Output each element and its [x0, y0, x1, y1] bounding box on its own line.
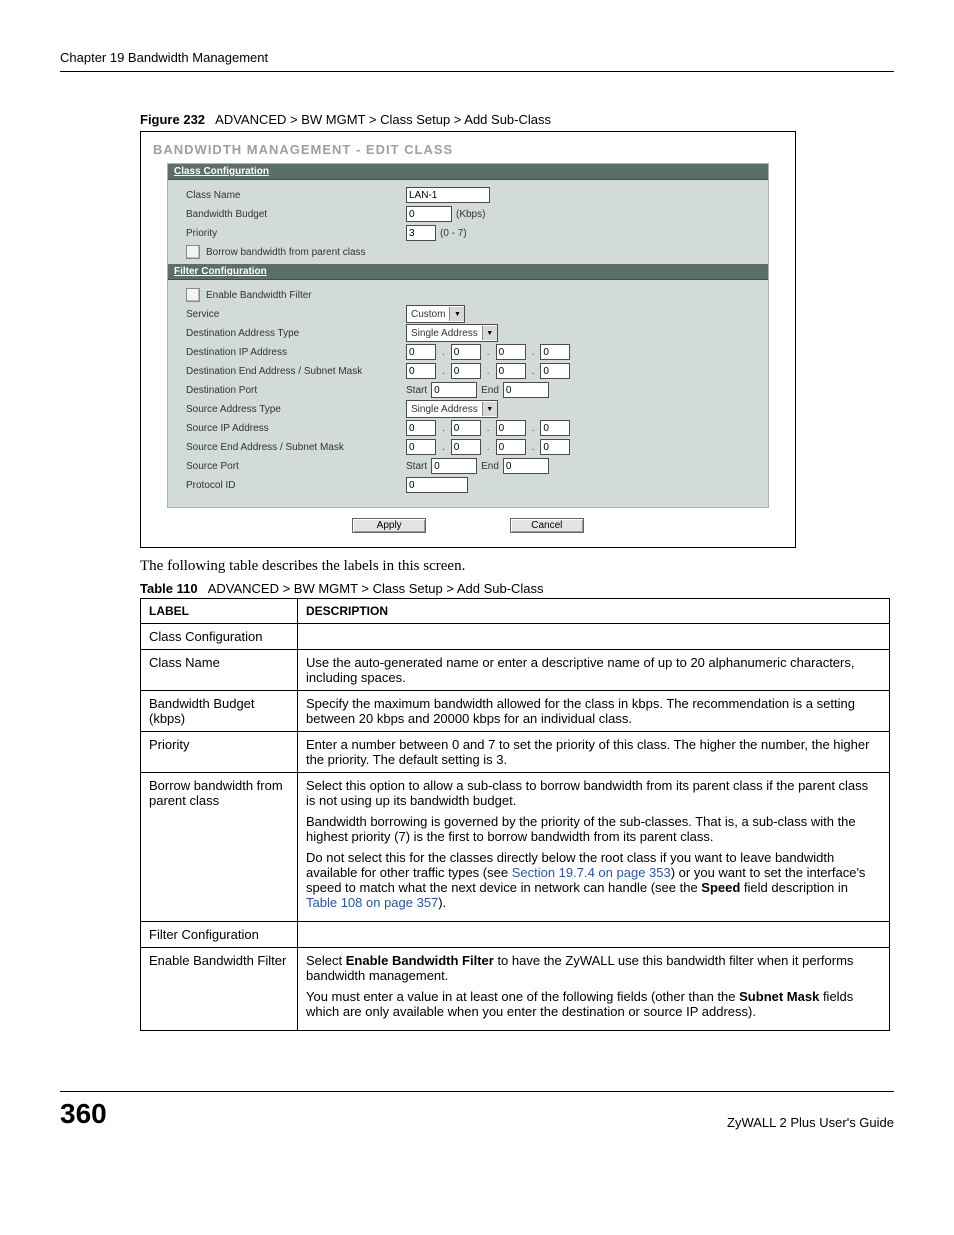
service-label: Service — [186, 309, 406, 320]
borrow-label: Borrow bandwidth from parent class — [206, 247, 366, 258]
dest-end-input[interactable] — [496, 363, 526, 379]
src-ip-input[interactable] — [496, 420, 526, 436]
src-end-input[interactable] — [406, 439, 436, 455]
src-port-start-input[interactable] — [431, 458, 477, 474]
port-end-label: End — [481, 385, 499, 396]
port-end-label: End — [481, 461, 499, 472]
priority-range: (0 - 7) — [440, 228, 467, 239]
chevron-down-icon: ▼ — [482, 326, 497, 340]
src-ip-input[interactable] — [406, 420, 436, 436]
table-row: Class Name Use the auto-generated name o… — [141, 650, 890, 691]
screenshot-panel: BANDWIDTH MANAGEMENT - EDIT CLASS Class … — [140, 131, 796, 548]
bw-budget-label: Bandwidth Budget — [186, 209, 406, 220]
table-row: Filter Configuration — [141, 922, 890, 948]
dest-port-label: Destination Port — [186, 385, 406, 396]
chevron-down-icon: ▼ — [449, 307, 464, 321]
src-ip-input[interactable] — [540, 420, 570, 436]
figure-label: Figure 232 — [140, 112, 205, 127]
dest-end-input[interactable] — [451, 363, 481, 379]
dest-end-label: Destination End Address / Subnet Mask — [186, 366, 406, 377]
table-label: Table 110 — [140, 581, 198, 596]
class-name-input[interactable] — [406, 187, 490, 203]
dest-end-input[interactable] — [406, 363, 436, 379]
figure-caption: Figure 232 ADVANCED > BW MGMT > Class Se… — [140, 112, 874, 127]
priority-label: Priority — [186, 228, 406, 239]
table-head-label: LABEL — [141, 599, 298, 624]
dest-addr-type-select[interactable]: Single Address ▼ — [406, 324, 498, 342]
protocol-id-label: Protocol ID — [186, 480, 406, 491]
dest-ip-input[interactable] — [496, 344, 526, 360]
src-end-input[interactable] — [496, 439, 526, 455]
class-name-label: Class Name — [186, 190, 406, 201]
enable-filter-label: Enable Bandwidth Filter — [206, 290, 312, 301]
borrow-checkbox[interactable] — [186, 245, 200, 259]
apply-button[interactable]: Apply — [352, 518, 426, 533]
src-ip-input[interactable] — [451, 420, 481, 436]
dest-ip-input[interactable] — [406, 344, 436, 360]
table-row: Borrow bandwidth from parent class Selec… — [141, 773, 890, 922]
service-select[interactable]: Custom ▼ — [406, 305, 465, 323]
src-port-end-input[interactable] — [503, 458, 549, 474]
src-port-label: Source Port — [186, 461, 406, 472]
bw-budget-input[interactable] — [406, 206, 452, 222]
src-addr-type-select[interactable]: Single Address ▼ — [406, 400, 498, 418]
cancel-button[interactable]: Cancel — [510, 518, 584, 533]
dest-port-end-input[interactable] — [503, 382, 549, 398]
src-end-label: Source End Address / Subnet Mask — [186, 442, 406, 453]
link-section[interactable]: Section 19.7.4 on page 353 — [512, 865, 671, 880]
dest-port-start-input[interactable] — [431, 382, 477, 398]
link-table[interactable]: Table 108 on page 357 — [306, 895, 438, 910]
page-header: Chapter 19 Bandwidth Management — [60, 50, 894, 72]
section-filter-config: Filter Configuration — [168, 264, 768, 280]
table-row: Bandwidth Budget (kbps) Specify the maxi… — [141, 691, 890, 732]
page-footer: 360 ZyWALL 2 Plus User's Guide — [60, 1091, 894, 1130]
src-end-input[interactable] — [540, 439, 570, 455]
table-row: Priority Enter a number between 0 and 7 … — [141, 732, 890, 773]
table-row: Enable Bandwidth Filter Select Enable Ba… — [141, 948, 890, 1031]
protocol-id-input[interactable] — [406, 477, 468, 493]
table-caption-text: ADVANCED > BW MGMT > Class Setup > Add S… — [208, 581, 544, 596]
priority-input[interactable] — [406, 225, 436, 241]
guide-name: ZyWALL 2 Plus User's Guide — [727, 1115, 894, 1130]
port-start-label: Start — [406, 461, 427, 472]
dest-addr-type-label: Destination Address Type — [186, 328, 406, 339]
table-head-desc: DESCRIPTION — [298, 599, 890, 624]
dest-ip-label: Destination IP Address — [186, 347, 406, 358]
section-class-config: Class Configuration — [168, 164, 768, 180]
body-text: The following table describes the labels… — [140, 558, 894, 575]
port-start-label: Start — [406, 385, 427, 396]
src-ip-label: Source IP Address — [186, 423, 406, 434]
screenshot-title: BANDWIDTH MANAGEMENT - EDIT CLASS — [141, 140, 795, 163]
figure-caption-text: ADVANCED > BW MGMT > Class Setup > Add S… — [215, 112, 551, 127]
table-row: Class Configuration — [141, 624, 890, 650]
dest-ip-input[interactable] — [451, 344, 481, 360]
dest-ip-input[interactable] — [540, 344, 570, 360]
dest-end-input[interactable] — [540, 363, 570, 379]
page-number: 360 — [60, 1098, 107, 1130]
table-caption: Table 110 ADVANCED > BW MGMT > Class Set… — [140, 581, 894, 596]
description-table: LABEL DESCRIPTION Class Configuration Cl… — [140, 598, 890, 1031]
chapter-title: Chapter 19 Bandwidth Management — [60, 50, 268, 65]
chevron-down-icon: ▼ — [482, 402, 497, 416]
src-addr-type-label: Source Address Type — [186, 404, 406, 415]
enable-filter-checkbox[interactable] — [186, 288, 200, 302]
src-end-input[interactable] — [451, 439, 481, 455]
bw-budget-unit: (Kbps) — [456, 209, 485, 220]
